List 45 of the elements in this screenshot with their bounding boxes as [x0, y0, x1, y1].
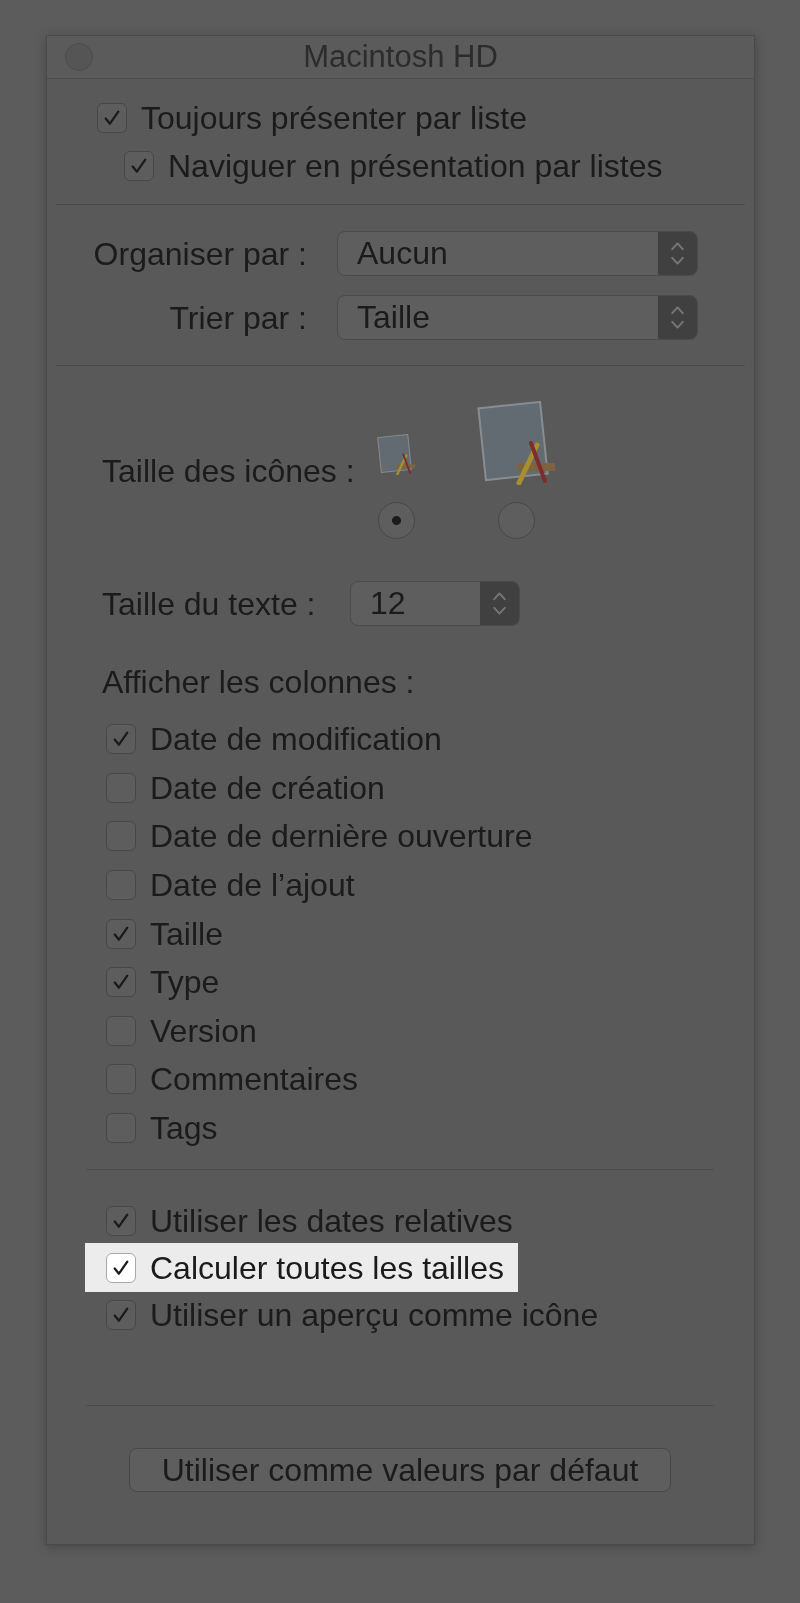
sheet-pencil-icon — [477, 401, 555, 485]
checkbox-label: Date de l’ajout — [150, 867, 355, 904]
field-label: Organiser par : — [92, 235, 307, 272]
checkbox[interactable] — [106, 918, 136, 949]
sort-popup[interactable]: Taille — [337, 295, 698, 340]
checkmark-icon — [113, 1306, 129, 1323]
checkbox[interactable] — [97, 103, 127, 133]
checkbox-label: Naviguer en présentation par listes — [168, 148, 663, 184]
checkbox-label: Utiliser les dates relatives — [150, 1202, 513, 1239]
arrange-popup[interactable]: Aucun — [337, 231, 698, 276]
checkbox-label: Toujours présenter par liste — [141, 100, 527, 136]
field-label: Taille des icônes : — [102, 453, 356, 489]
checkbox-label: Utiliser un aperçu comme icône — [150, 1296, 599, 1333]
checkbox-label: Date de modification — [150, 721, 442, 758]
section-label: Afficher les colonnes : — [102, 664, 415, 700]
checkbox[interactable] — [124, 151, 154, 181]
checkbox[interactable] — [106, 724, 136, 755]
checkbox-label: Calculer toutes les tailles — [150, 1249, 504, 1286]
field-label: Taille du texte : — [102, 585, 317, 622]
checkbox-label: Date de création — [150, 769, 385, 806]
use-as-defaults-button[interactable]: Utiliser comme valeurs par défaut — [129, 1448, 671, 1493]
checkbox-label: Commentaires — [150, 1061, 359, 1098]
checkbox[interactable] — [106, 1205, 136, 1236]
checkbox[interactable] — [106, 1299, 136, 1330]
checkmark-icon — [113, 1259, 129, 1276]
stepper-icon — [480, 582, 519, 625]
text-size-popup[interactable]: 12 — [350, 581, 520, 626]
checkbox-label: Version — [150, 1012, 257, 1049]
checkbox-label: Taille — [150, 915, 223, 952]
stepper-icon — [658, 232, 697, 275]
checkbox[interactable] — [106, 1252, 136, 1283]
checkmark-icon — [113, 731, 129, 748]
checkmark-icon — [113, 925, 129, 942]
checkbox[interactable] — [106, 967, 136, 998]
radio-button[interactable] — [377, 502, 415, 539]
checkmark-icon — [131, 158, 147, 174]
field-label: Trier par : — [168, 299, 307, 336]
checkbox-label: Date de dernière ouverture — [150, 818, 533, 855]
stepper-icon — [658, 296, 697, 339]
checkbox-label: Tags — [150, 1110, 218, 1147]
checkmark-icon — [113, 1212, 129, 1229]
checkbox-label: Type — [150, 964, 220, 1001]
sheet-pencil-icon — [377, 434, 415, 475]
checkmark-icon — [113, 974, 129, 991]
checkmark-icon — [104, 110, 120, 126]
